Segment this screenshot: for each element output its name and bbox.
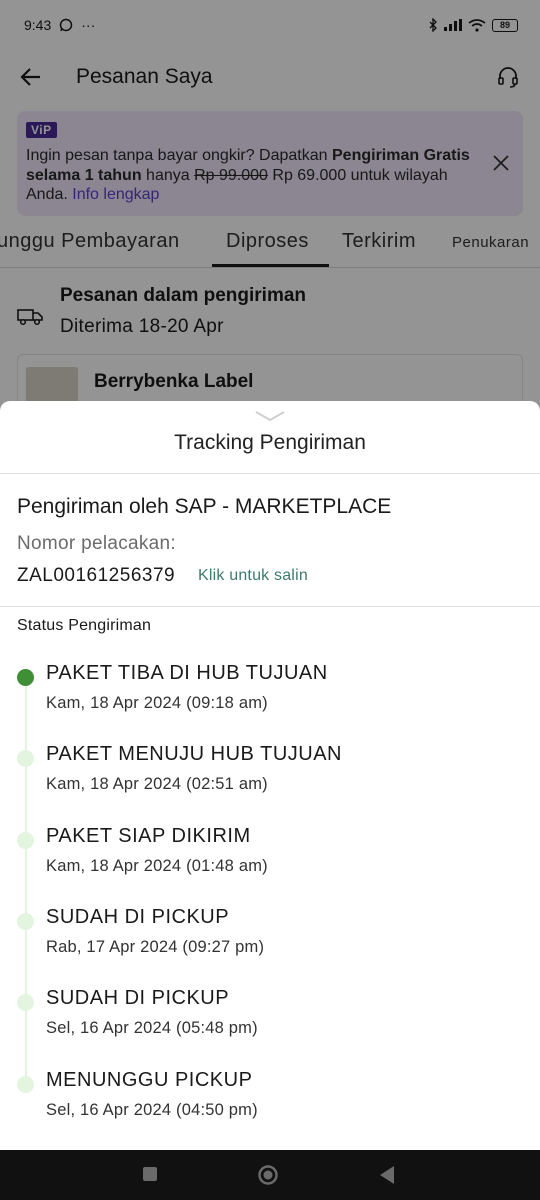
step-title: PAKET TIBA DI HUB TUJUAN (46, 662, 328, 684)
tracking-bottom-sheet: Tracking Pengiriman Pengiriman oleh SAP … (0, 401, 540, 1150)
step-title: MENUNGGU PICKUP (46, 1069, 253, 1091)
timeline-dot-active (17, 669, 34, 686)
step-date: Kam, 18 Apr 2024 (01:48 am) (46, 857, 268, 875)
chevron-down-icon[interactable] (254, 409, 286, 423)
divider (0, 473, 540, 474)
timeline-dot (17, 913, 34, 930)
step-date: Sel, 16 Apr 2024 (04:50 pm) (46, 1101, 258, 1119)
timeline-step: SUDAH DI PICKUP Rab, 17 Apr 2024 (09:27 … (0, 906, 540, 986)
carrier-name: Pengiriman oleh SAP - MARKETPLACE (17, 495, 392, 518)
timeline-step: SUDAH DI PICKUP Sel, 16 Apr 2024 (05:48 … (0, 987, 540, 1067)
system-nav-bar (0, 1150, 540, 1200)
timeline-dot (17, 1076, 34, 1093)
timeline-dot (17, 750, 34, 767)
tracking-label: Nomor pelacakan: (17, 533, 176, 554)
step-title: PAKET SIAP DIKIRIM (46, 825, 251, 847)
step-title: PAKET MENUJU HUB TUJUAN (46, 743, 342, 765)
step-date: Rab, 17 Apr 2024 (09:27 pm) (46, 938, 265, 956)
home-circle-icon[interactable] (257, 1164, 279, 1186)
timeline-step: PAKET TIBA DI HUB TUJUAN Kam, 18 Apr 202… (0, 662, 540, 742)
step-date: Kam, 18 Apr 2024 (02:51 am) (46, 775, 268, 793)
timeline-step: MENUNGGU PICKUP Sel, 16 Apr 2024 (04:50 … (0, 1069, 540, 1149)
copy-tracking-link[interactable]: Klik untuk salin (198, 567, 308, 585)
back-triangle-icon[interactable] (378, 1165, 396, 1185)
step-title: SUDAH DI PICKUP (46, 906, 230, 928)
timeline-step: PAKET MENUJU HUB TUJUAN Kam, 18 Apr 2024… (0, 743, 540, 823)
recents-square-icon[interactable] (141, 1165, 159, 1183)
tracking-number: ZAL00161256379 (17, 565, 176, 586)
timeline-dot (17, 994, 34, 1011)
step-date: Kam, 18 Apr 2024 (09:18 am) (46, 694, 268, 712)
step-date: Sel, 16 Apr 2024 (05:48 pm) (46, 1019, 258, 1037)
timeline-step: PAKET SIAP DIKIRIM Kam, 18 Apr 2024 (01:… (0, 825, 540, 905)
status-heading: Status Pengiriman (17, 617, 152, 634)
timeline-dot (17, 832, 34, 849)
step-title: SUDAH DI PICKUP (46, 987, 230, 1009)
divider (0, 606, 540, 607)
sheet-title: Tracking Pengiriman (174, 431, 366, 454)
